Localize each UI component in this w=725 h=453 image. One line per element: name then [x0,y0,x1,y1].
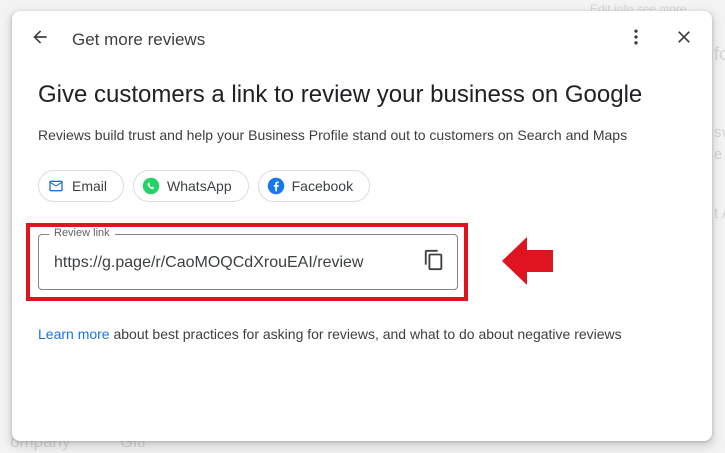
whatsapp-icon [142,177,160,195]
share-options: Email WhatsApp Facebook [38,170,371,202]
more-options-button[interactable] [620,23,652,55]
close-icon [674,27,694,52]
share-whatsapp-button[interactable]: WhatsApp [133,170,249,202]
email-icon [47,177,65,195]
share-email-button[interactable]: Email [38,170,125,202]
dialog-title: Get more reviews [72,30,206,49]
facebook-icon [267,177,285,195]
background-text: fo [714,44,725,64]
background-text: sv [714,124,725,141]
background-text: t A [714,205,725,222]
close-button[interactable] [668,23,700,55]
page-heading: Give customers a link to review your bus… [38,81,643,108]
share-facebook-button[interactable]: Facebook [257,170,371,202]
share-whatsapp-label: WhatsApp [167,178,232,194]
review-link-field[interactable]: Review link https://g.page/r/CaoMOQCdXro… [38,227,458,290]
share-email-label: Email [72,178,108,194]
copy-link-button[interactable] [418,246,450,278]
red-arrow-annotation-icon [502,237,554,290]
description-text: Reviews build trust and help your Busine… [38,127,628,143]
footer-description: about best practices for asking for revi… [109,326,622,342]
review-link-value[interactable]: https://g.page/r/CaoMOQCdXrouEAI/review [54,254,363,272]
copy-icon [423,249,445,276]
review-link-label: Review link [49,227,115,239]
background-text: e [714,146,723,163]
arrow-back-icon [30,27,50,52]
share-facebook-label: Facebook [291,178,354,194]
get-more-reviews-dialog: Get more reviews Give customers a link t… [12,11,712,441]
footer-text: Learn more about best practices for aski… [38,326,622,342]
more-vert-icon [626,27,646,52]
back-button[interactable] [24,23,56,55]
learn-more-link[interactable]: Learn more [38,326,110,342]
